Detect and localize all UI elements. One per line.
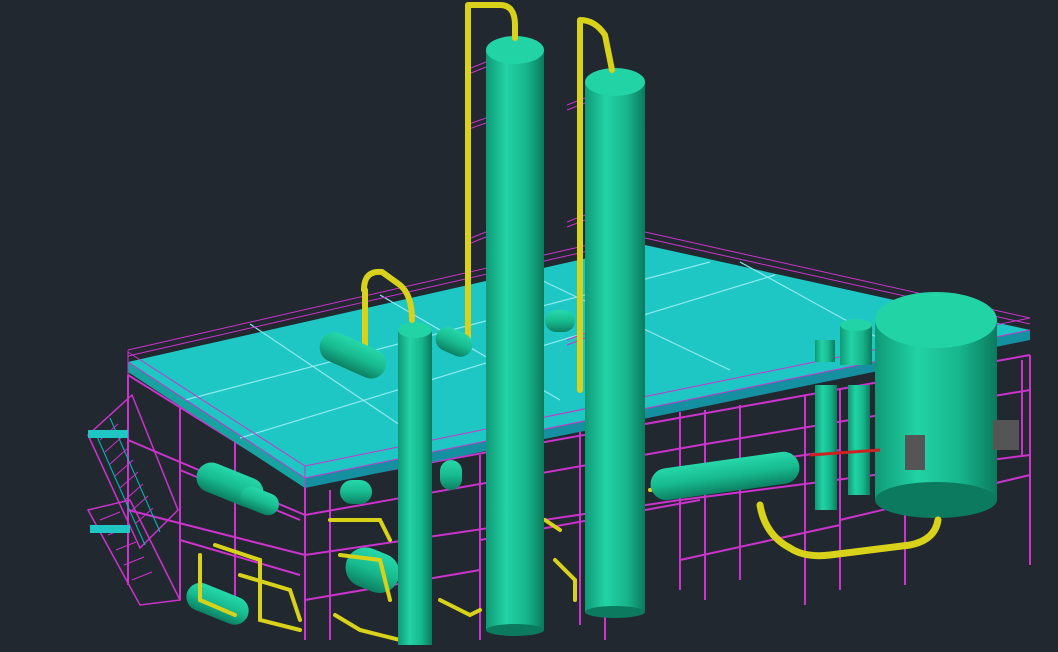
cad-3d-viewport[interactable] [0,0,1058,652]
small-column [398,322,432,645]
